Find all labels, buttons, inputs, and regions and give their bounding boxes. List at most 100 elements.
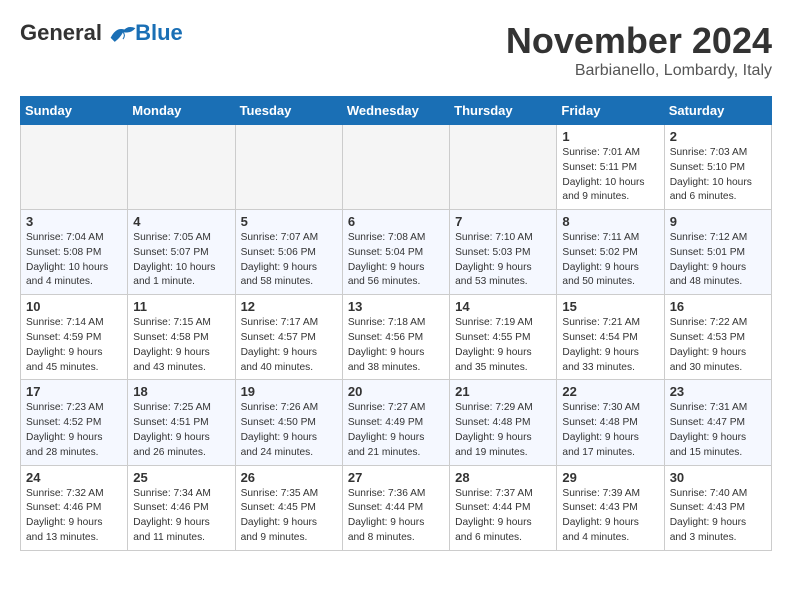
day-number: 6 <box>348 214 444 229</box>
calendar-cell: 8 Sunrise: 7:11 AM Sunset: 5:02 PM Daylig… <box>557 210 664 295</box>
weekday-header: Thursday <box>450 97 557 125</box>
day-detail: Sunrise: 7:36 AM Sunset: 4:44 PM Dayligh… <box>348 487 444 546</box>
calendar-cell: 11Sunrise: 7:15 AM Sunset: 4:58 PM Dayli… <box>128 295 235 380</box>
day-detail: Sunrise: 7:30 AM Sunset: 4:48 PM Dayligh… <box>562 401 658 460</box>
calendar-cell: 26 Sunrise: 7:35 AM Sunset: 4:45 PM Dayli… <box>235 465 342 550</box>
day-number: 22 <box>562 384 658 399</box>
month-title: November 2024 <box>506 20 772 62</box>
day-number: 1 <box>562 129 658 144</box>
day-number: 16 <box>670 299 766 314</box>
day-number: 17 <box>26 384 122 399</box>
day-detail: Sunrise: 7:11 AM Sunset: 5:02 PM Dayligh… <box>562 231 658 290</box>
day-number: 12 <box>241 299 337 314</box>
calendar-cell: 4 Sunrise: 7:05 AM Sunset: 5:07 PM Daylig… <box>128 210 235 295</box>
calendar-cell: 19 Sunrise: 7:26 AM Sunset: 4:50 PM Dayli… <box>235 380 342 465</box>
day-number: 30 <box>670 470 766 485</box>
calendar-cell: 12 Sunrise: 7:17 AM Sunset: 4:57 PM Dayli… <box>235 295 342 380</box>
calendar-cell: 20 Sunrise: 7:27 AM Sunset: 4:49 PM Dayli… <box>342 380 449 465</box>
day-number: 2 <box>670 129 766 144</box>
day-number: 23 <box>670 384 766 399</box>
day-number: 7 <box>455 214 551 229</box>
day-number: 14 <box>455 299 551 314</box>
weekday-header: Sunday <box>21 97 128 125</box>
calendar-cell: 27Sunrise: 7:36 AM Sunset: 4:44 PM Dayli… <box>342 465 449 550</box>
day-number: 15 <box>562 299 658 314</box>
calendar-cell: 3 Sunrise: 7:04 AM Sunset: 5:08 PM Daylig… <box>21 210 128 295</box>
day-number: 11 <box>133 299 229 314</box>
day-detail: Sunrise: 7:37 AM Sunset: 4:44 PM Dayligh… <box>455 487 551 546</box>
calendar-cell: 23 Sunrise: 7:31 AM Sunset: 4:47 PM Dayli… <box>664 380 771 465</box>
day-detail: Sunrise: 7:18 AM Sunset: 4:56 PM Dayligh… <box>348 316 444 375</box>
day-detail: Sunrise: 7:39 AM Sunset: 4:43 PM Dayligh… <box>562 487 658 546</box>
day-detail: Sunrise: 7:29 AM Sunset: 4:48 PM Dayligh… <box>455 401 551 460</box>
day-number: 18 <box>133 384 229 399</box>
day-detail: Sunrise: 7:35 AM Sunset: 4:45 PM Dayligh… <box>241 487 337 546</box>
calendar-cell: 25 Sunrise: 7:34 AM Sunset: 4:46 PM Dayli… <box>128 465 235 550</box>
calendar-cell: 24Sunrise: 7:32 AM Sunset: 4:46 PM Dayli… <box>21 465 128 550</box>
day-detail: Sunrise: 7:04 AM Sunset: 5:08 PM Dayligh… <box>26 231 122 290</box>
calendar-cell <box>235 125 342 210</box>
day-number: 13 <box>348 299 444 314</box>
day-detail: Sunrise: 7:19 AM Sunset: 4:55 PM Dayligh… <box>455 316 551 375</box>
day-detail: Sunrise: 7:27 AM Sunset: 4:49 PM Dayligh… <box>348 401 444 460</box>
day-detail: Sunrise: 7:34 AM Sunset: 4:46 PM Dayligh… <box>133 487 229 546</box>
day-detail: Sunrise: 7:17 AM Sunset: 4:57 PM Dayligh… <box>241 316 337 375</box>
day-detail: Sunrise: 7:23 AM Sunset: 4:52 PM Dayligh… <box>26 401 122 460</box>
title-area: November 2024 Barbianello, Lombardy, Ita… <box>506 20 772 80</box>
day-number: 8 <box>562 214 658 229</box>
calendar-cell: 10Sunrise: 7:14 AM Sunset: 4:59 PM Dayli… <box>21 295 128 380</box>
day-detail: Sunrise: 7:26 AM Sunset: 4:50 PM Dayligh… <box>241 401 337 460</box>
weekday-header-row: SundayMondayTuesdayWednesdayThursdayFrid… <box>21 97 772 125</box>
calendar-cell <box>21 125 128 210</box>
day-number: 3 <box>26 214 122 229</box>
day-number: 26 <box>241 470 337 485</box>
logo: General Blue <box>20 20 183 46</box>
day-detail: Sunrise: 7:12 AM Sunset: 5:01 PM Dayligh… <box>670 231 766 290</box>
calendar-cell: 6 Sunrise: 7:08 AM Sunset: 5:04 PM Daylig… <box>342 210 449 295</box>
calendar-cell <box>342 125 449 210</box>
day-number: 5 <box>241 214 337 229</box>
weekday-header: Wednesday <box>342 97 449 125</box>
weekday-header: Tuesday <box>235 97 342 125</box>
location: Barbianello, Lombardy, Italy <box>506 62 772 80</box>
day-number: 21 <box>455 384 551 399</box>
calendar-cell: 13 Sunrise: 7:18 AM Sunset: 4:56 PM Dayli… <box>342 295 449 380</box>
calendar-cell: 21 Sunrise: 7:29 AM Sunset: 4:48 PM Dayli… <box>450 380 557 465</box>
day-detail: Sunrise: 7:31 AM Sunset: 4:47 PM Dayligh… <box>670 401 766 460</box>
calendar-cell: 15 Sunrise: 7:21 AM Sunset: 4:54 PM Dayli… <box>557 295 664 380</box>
calendar-cell <box>128 125 235 210</box>
day-detail: Sunrise: 7:21 AM Sunset: 4:54 PM Dayligh… <box>562 316 658 375</box>
day-number: 19 <box>241 384 337 399</box>
weekday-header: Saturday <box>664 97 771 125</box>
day-number: 9 <box>670 214 766 229</box>
calendar-cell: 9 Sunrise: 7:12 AM Sunset: 5:01 PM Daylig… <box>664 210 771 295</box>
header: General Blue November 2024 Barbianello, … <box>20 20 772 80</box>
day-number: 25 <box>133 470 229 485</box>
day-number: 28 <box>455 470 551 485</box>
weekday-header: Friday <box>557 97 664 125</box>
logo-general: General <box>20 20 102 45</box>
calendar-cell: 1Sunrise: 7:01 AM Sunset: 5:11 PM Daylig… <box>557 125 664 210</box>
day-detail: Sunrise: 7:10 AM Sunset: 5:03 PM Dayligh… <box>455 231 551 290</box>
calendar-cell: 7 Sunrise: 7:10 AM Sunset: 5:03 PM Daylig… <box>450 210 557 295</box>
day-detail: Sunrise: 7:32 AM Sunset: 4:46 PM Dayligh… <box>26 487 122 546</box>
calendar-cell <box>450 125 557 210</box>
day-number: 4 <box>133 214 229 229</box>
day-detail: Sunrise: 7:14 AM Sunset: 4:59 PM Dayligh… <box>26 316 122 375</box>
calendar-cell: 5 Sunrise: 7:07 AM Sunset: 5:06 PM Daylig… <box>235 210 342 295</box>
calendar-cell: 2Sunrise: 7:03 AM Sunset: 5:10 PM Daylig… <box>664 125 771 210</box>
day-detail: Sunrise: 7:25 AM Sunset: 4:51 PM Dayligh… <box>133 401 229 460</box>
day-detail: Sunrise: 7:22 AM Sunset: 4:53 PM Dayligh… <box>670 316 766 375</box>
logo-blue: Blue <box>135 20 183 46</box>
calendar-cell: 18 Sunrise: 7:25 AM Sunset: 4:51 PM Dayli… <box>128 380 235 465</box>
day-detail: Sunrise: 7:07 AM Sunset: 5:06 PM Dayligh… <box>241 231 337 290</box>
calendar-cell: 28 Sunrise: 7:37 AM Sunset: 4:44 PM Dayli… <box>450 465 557 550</box>
day-detail: Sunrise: 7:05 AM Sunset: 5:07 PM Dayligh… <box>133 231 229 290</box>
day-detail: Sunrise: 7:08 AM Sunset: 5:04 PM Dayligh… <box>348 231 444 290</box>
day-number: 20 <box>348 384 444 399</box>
calendar-cell: 16 Sunrise: 7:22 AM Sunset: 4:53 PM Dayli… <box>664 295 771 380</box>
day-detail: Sunrise: 7:40 AM Sunset: 4:43 PM Dayligh… <box>670 487 766 546</box>
weekday-header: Monday <box>128 97 235 125</box>
logo-bird-icon <box>109 24 137 46</box>
calendar-cell: 17 Sunrise: 7:23 AM Sunset: 4:52 PM Dayli… <box>21 380 128 465</box>
